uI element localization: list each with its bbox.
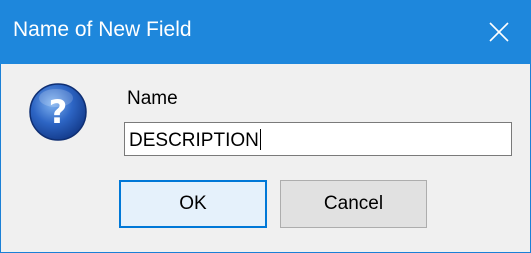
ok-button[interactable]: OK	[119, 180, 267, 228]
name-input[interactable]: DESCRIPTION	[124, 122, 512, 156]
title-bar[interactable]: Name of New Field	[0, 0, 531, 64]
cancel-button-label: Cancel	[323, 193, 384, 214]
close-icon	[489, 22, 509, 42]
name-input-value: DESCRIPTION	[129, 130, 259, 151]
ok-button-label: OK	[179, 193, 207, 214]
dialog-title: Name of New Field	[13, 18, 192, 41]
question-icon: ?	[28, 82, 88, 142]
svg-text:?: ?	[49, 93, 68, 131]
name-label: Name	[127, 88, 178, 109]
text-caret	[259, 129, 261, 150]
cancel-button[interactable]: Cancel	[280, 180, 427, 228]
close-button[interactable]	[467, 0, 531, 64]
dialog-window: Name of New Field ? Name DESCRIPTION OK …	[0, 0, 531, 253]
